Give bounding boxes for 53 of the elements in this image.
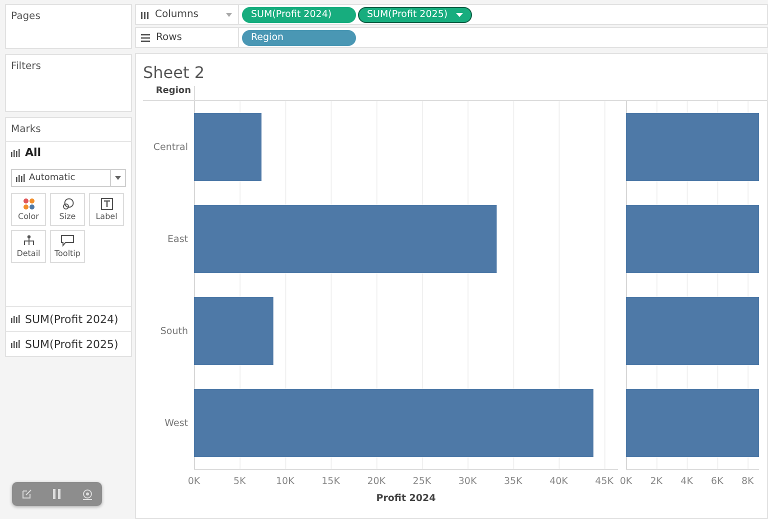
- bar-chart-icon: [11, 315, 20, 323]
- measure-tab[interactable]: SUM(Profit 2025): [25, 338, 118, 350]
- axis-tick-label: 45K: [595, 476, 614, 487]
- caret-icon[interactable]: [456, 12, 463, 16]
- card-title: Filters: [10, 60, 42, 74]
- shelf-label: Columns: [155, 9, 200, 20]
- axis-tick-label: 6K: [711, 476, 724, 487]
- axis-tick-label: 35K: [504, 476, 522, 487]
- bar-chart-icon: [16, 174, 25, 182]
- row-label: East: [168, 234, 188, 245]
- axis-tick-label: 25K: [412, 476, 432, 487]
- row-header: Region: [154, 86, 192, 98]
- axis-tick-label: 8K: [741, 476, 754, 487]
- card-title: Marks: [10, 123, 42, 137]
- row-label: West: [164, 418, 188, 429]
- axis-tick-label: 20K: [367, 476, 386, 487]
- rows-icon: [141, 34, 150, 42]
- row-label: Central: [153, 142, 188, 153]
- color-dots-icon: [22, 198, 34, 210]
- hierarchy-icon: [22, 235, 34, 247]
- mark-property-button[interactable]: Color: [11, 193, 46, 226]
- mark-property-button[interactable]: Tooltip: [50, 230, 85, 263]
- axis-tick-label: 0K: [620, 476, 632, 487]
- axis-tick-label: 10K: [276, 476, 294, 487]
- caret-icon: [115, 176, 121, 180]
- axis-title: Profit 2024: [376, 493, 436, 504]
- mark-type-dropdown[interactable]: Automatic: [11, 169, 126, 187]
- mark-property-button[interactable]: Detail: [11, 230, 46, 263]
- card-title: Pages: [10, 10, 42, 24]
- measure-tab[interactable]: SUM(Profit 2024): [25, 312, 118, 326]
- axis-tick-label: 5K: [233, 476, 246, 487]
- columns-icon: [141, 10, 149, 18]
- axis-tick-label: 4K: [680, 476, 693, 487]
- shelf-label: Rows: [156, 32, 184, 43]
- edit-icon: [22, 489, 32, 499]
- row-label: South: [160, 326, 188, 337]
- mark-property-button[interactable]: Size: [50, 193, 85, 226]
- size-circles-icon: [62, 198, 74, 210]
- speech-bubble-icon: [61, 235, 74, 247]
- axis-tick-label: 15K: [322, 476, 340, 487]
- axis-tick-label: 30K: [458, 476, 477, 487]
- sheet-title: Sheet 2: [143, 62, 206, 84]
- pause-icon: [53, 489, 61, 499]
- text-label-icon: [100, 198, 112, 210]
- axis-tick-label: 0K: [188, 476, 200, 487]
- bar-chart-icon: [11, 148, 20, 156]
- mark-property-button[interactable]: Label: [89, 193, 124, 226]
- bar-chart-icon: [11, 340, 20, 348]
- axis-tick-label: 40K: [550, 476, 568, 487]
- target-icon: [82, 488, 92, 500]
- caret-icon[interactable]: [226, 12, 232, 16]
- all-marks-label[interactable]: All: [25, 146, 42, 159]
- axis-tick-label: 2K: [650, 476, 663, 487]
